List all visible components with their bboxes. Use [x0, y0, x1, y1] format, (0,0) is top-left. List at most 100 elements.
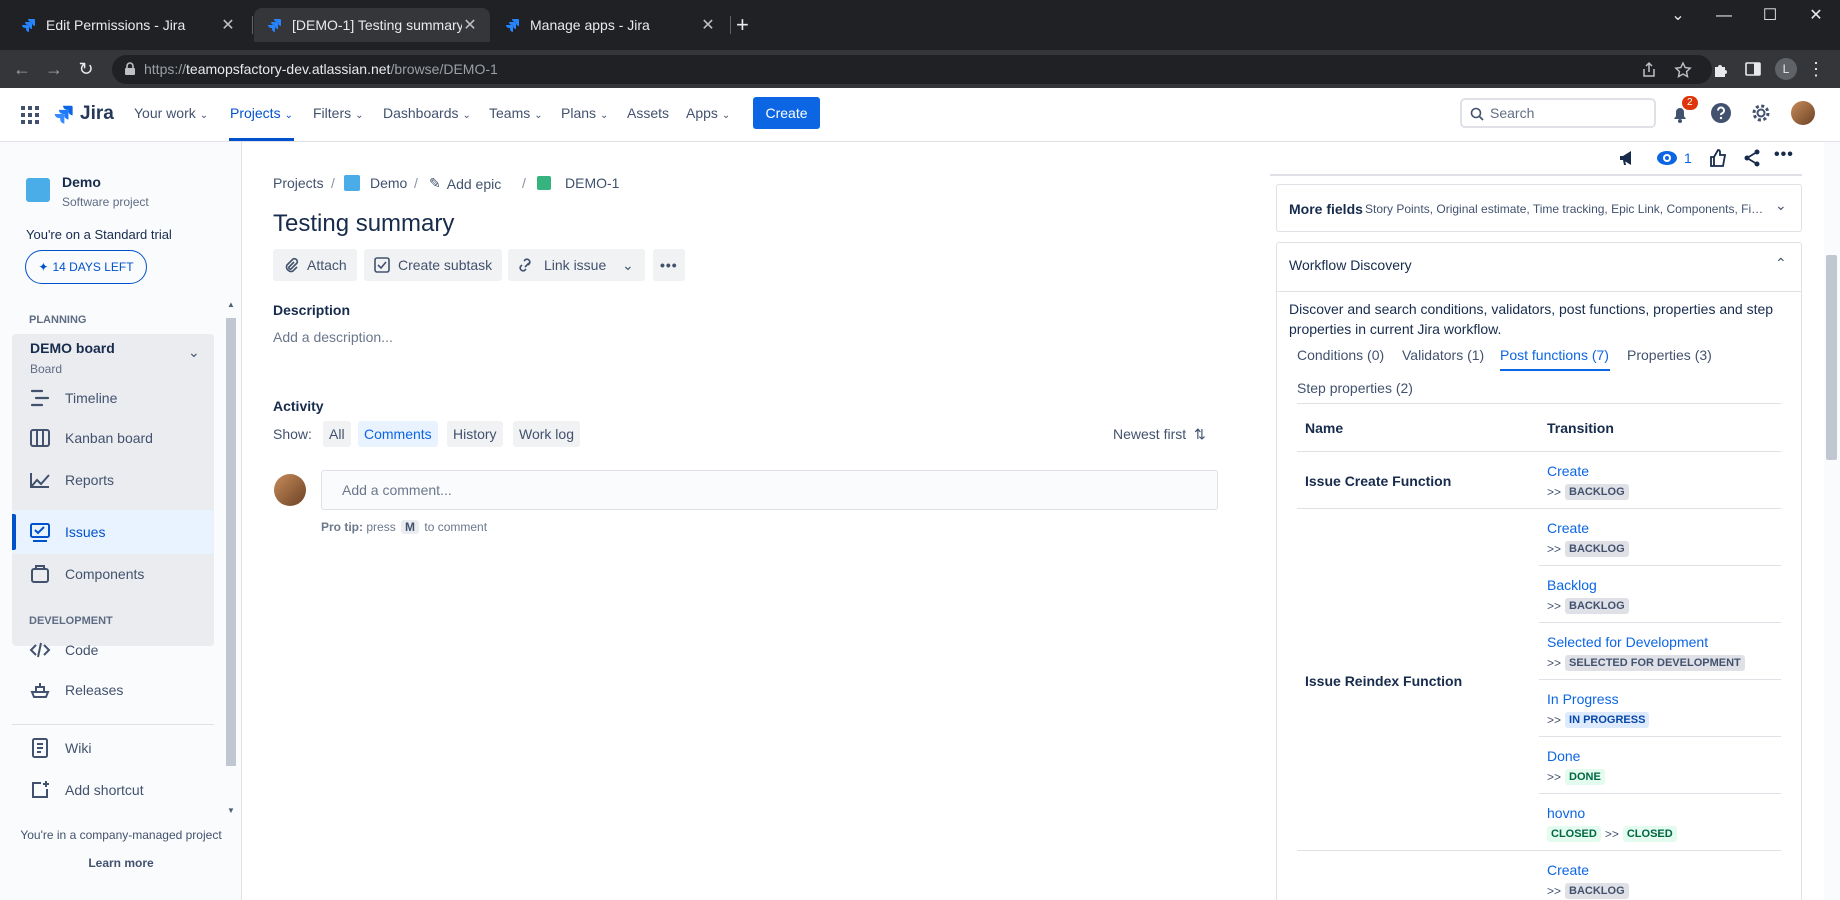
nav-plans[interactable]: Plans ⌄ — [561, 105, 608, 121]
transition-link[interactable]: Create — [1547, 862, 1589, 878]
breadcrumb-add-epic[interactable]: ✎ Add epic — [429, 175, 501, 192]
nav-dashboards[interactable]: Dashboards ⌄ — [383, 105, 471, 121]
nav-assets[interactable]: Assets — [627, 105, 669, 121]
browser-tab-manage-apps[interactable]: Manage apps - Jira ✕ — [492, 8, 728, 42]
breadcrumb-projects[interactable]: Projects — [273, 175, 324, 191]
side-panel-icon[interactable] — [1744, 60, 1762, 78]
user-avatar[interactable] — [1791, 101, 1815, 125]
tab-search-chevron-icon[interactable]: ⌄ — [1660, 6, 1696, 26]
attach-button[interactable]: Attach — [273, 249, 357, 281]
tab-conditions[interactable]: Conditions (0) — [1297, 347, 1384, 363]
transition-link[interactable]: In Progress — [1547, 691, 1619, 707]
minimize-icon[interactable]: — — [1706, 6, 1742, 26]
browser-tab-issue[interactable]: [DEMO-1] Testing summary - Jira ✕ — [254, 8, 490, 42]
sidebar-item-issues[interactable]: Issues — [29, 521, 105, 543]
sidebar-item-releases[interactable]: Releases — [29, 679, 123, 701]
scroll-up-icon[interactable]: ▲ — [227, 300, 235, 309]
sidebar-item-add-shortcut[interactable]: Add shortcut — [29, 779, 144, 801]
share-icon[interactable] — [1742, 148, 1762, 168]
sidebar-item-reports[interactable]: Reports — [29, 469, 114, 491]
forward-icon[interactable]: → — [42, 59, 66, 80]
create-button[interactable]: Create — [753, 97, 820, 129]
watchers-button[interactable]: 1 — [1656, 148, 1692, 168]
nav-teams[interactable]: Teams ⌄ — [489, 105, 543, 121]
share-icon[interactable] — [1640, 61, 1658, 79]
description-field[interactable]: Add a description... — [273, 329, 393, 345]
active-tab-indicator — [1500, 369, 1610, 371]
reload-icon[interactable]: ↻ — [74, 59, 98, 80]
sidebar-item-code[interactable]: Code — [29, 639, 98, 661]
more-actions-button[interactable]: ••• — [653, 249, 685, 281]
filter-all[interactable]: All — [323, 421, 351, 447]
tab-step-properties[interactable]: Step properties (2) — [1297, 380, 1413, 396]
chrome-menu-icon[interactable]: ⋮ — [1804, 59, 1828, 80]
breadcrumb-demo[interactable]: Demo — [344, 175, 407, 191]
sort-order-button[interactable]: Newest first ⇅ — [1113, 426, 1206, 443]
transition-target: >> IN PROGRESS — [1547, 712, 1650, 728]
close-tab-icon[interactable]: ✕ — [220, 15, 236, 35]
page-scrollbar-thumb[interactable] — [1826, 255, 1837, 460]
nav-your-work[interactable]: Your work ⌄ — [134, 105, 208, 121]
transition-link[interactable]: Create — [1547, 520, 1589, 536]
sidebar-scrollbar-thumb[interactable] — [226, 318, 236, 766]
help-icon[interactable] — [1710, 102, 1732, 124]
card-divider — [1277, 291, 1801, 292]
filter-comments[interactable]: Comments — [358, 421, 438, 447]
transition-link[interactable]: Create — [1547, 463, 1589, 479]
sidebar-item-kanban-board[interactable]: Kanban board — [29, 427, 153, 449]
sidebar-item-wiki[interactable]: Wiki — [29, 737, 91, 759]
window-close-icon[interactable]: ✕ — [1798, 6, 1834, 26]
learn-more-link[interactable]: Learn more — [0, 856, 242, 870]
chevron-down-icon[interactable]: ⌄ — [1775, 197, 1787, 214]
back-icon[interactable]: ← — [10, 59, 34, 80]
maximize-icon[interactable]: ☐ — [1752, 6, 1788, 26]
app-switcher-icon[interactable] — [20, 105, 40, 125]
transition-link[interactable]: hovno — [1547, 805, 1585, 821]
close-tab-icon[interactable]: ✕ — [700, 15, 716, 35]
trial-days-button[interactable]: ✦ 14 DAYS LEFT — [25, 250, 147, 284]
sidebar-item-label: Components — [65, 566, 145, 582]
new-tab-icon[interactable]: + — [736, 12, 749, 38]
feedback-megaphone-icon[interactable] — [1617, 148, 1637, 168]
button-label: Link issue — [544, 257, 607, 273]
link-issue-button[interactable]: Link issue — [508, 249, 617, 281]
create-subtask-button[interactable]: Create subtask — [364, 249, 503, 281]
nav-filters[interactable]: Filters ⌄ — [313, 105, 364, 121]
close-tab-icon[interactable]: ✕ — [462, 15, 478, 35]
profile-avatar[interactable]: L — [1775, 58, 1797, 80]
nav-active-indicator — [229, 138, 294, 141]
more-fields-card[interactable]: More fields Story Points, Original estim… — [1276, 184, 1802, 232]
more-link-options-button[interactable]: ⌄ — [614, 249, 645, 281]
scroll-down-icon[interactable]: ▼ — [227, 806, 235, 815]
sidebar-item-components[interactable]: Components — [29, 563, 144, 585]
extensions-icon[interactable] — [1712, 60, 1730, 78]
filter-history[interactable]: History — [447, 421, 503, 447]
transition-link[interactable]: Done — [1547, 748, 1580, 764]
transition-link[interactable]: Selected for Development — [1547, 634, 1708, 650]
tab-properties[interactable]: Properties (3) — [1627, 347, 1712, 363]
nav-projects[interactable]: Projects ⌄ — [230, 105, 293, 121]
comment-input[interactable]: Add a comment... — [321, 470, 1218, 510]
nav-apps[interactable]: Apps ⌄ — [686, 105, 730, 121]
tab-validators[interactable]: Validators (1) — [1402, 347, 1484, 363]
more-options-icon[interactable]: ••• — [1774, 146, 1794, 164]
settings-gear-icon[interactable] — [1750, 102, 1772, 124]
chevron-down-icon[interactable]: ⌄ — [188, 344, 200, 361]
chevron-up-icon[interactable]: ⌃ — [1775, 255, 1787, 272]
transition-link[interactable]: Backlog — [1547, 577, 1597, 593]
tab-post-functions[interactable]: Post functions (7) — [1500, 347, 1609, 363]
browser-tab-edit-permissions[interactable]: Edit Permissions - Jira ✕ — [8, 8, 248, 42]
filter-work-log[interactable]: Work log — [513, 421, 580, 447]
jira-logo[interactable]: Jira — [52, 103, 114, 125]
search-input[interactable]: Search — [1460, 98, 1656, 128]
bookmark-star-icon[interactable] — [1674, 61, 1692, 79]
issue-title[interactable]: Testing summary — [273, 210, 454, 238]
lock-icon[interactable] — [124, 62, 136, 76]
project-name[interactable]: Demo — [62, 174, 101, 190]
board-title[interactable]: DEMO board — [30, 340, 115, 356]
breadcrumb-issue-key[interactable]: DEMO-1 — [537, 175, 619, 191]
function-name: Issue Reindex Function — [1305, 673, 1463, 689]
thumbs-up-icon[interactable] — [1708, 148, 1728, 168]
sidebar-item-timeline[interactable]: Timeline — [29, 387, 117, 409]
address-bar[interactable]: https://teamopsfactory-dev.atlassian.net… — [112, 55, 1712, 84]
